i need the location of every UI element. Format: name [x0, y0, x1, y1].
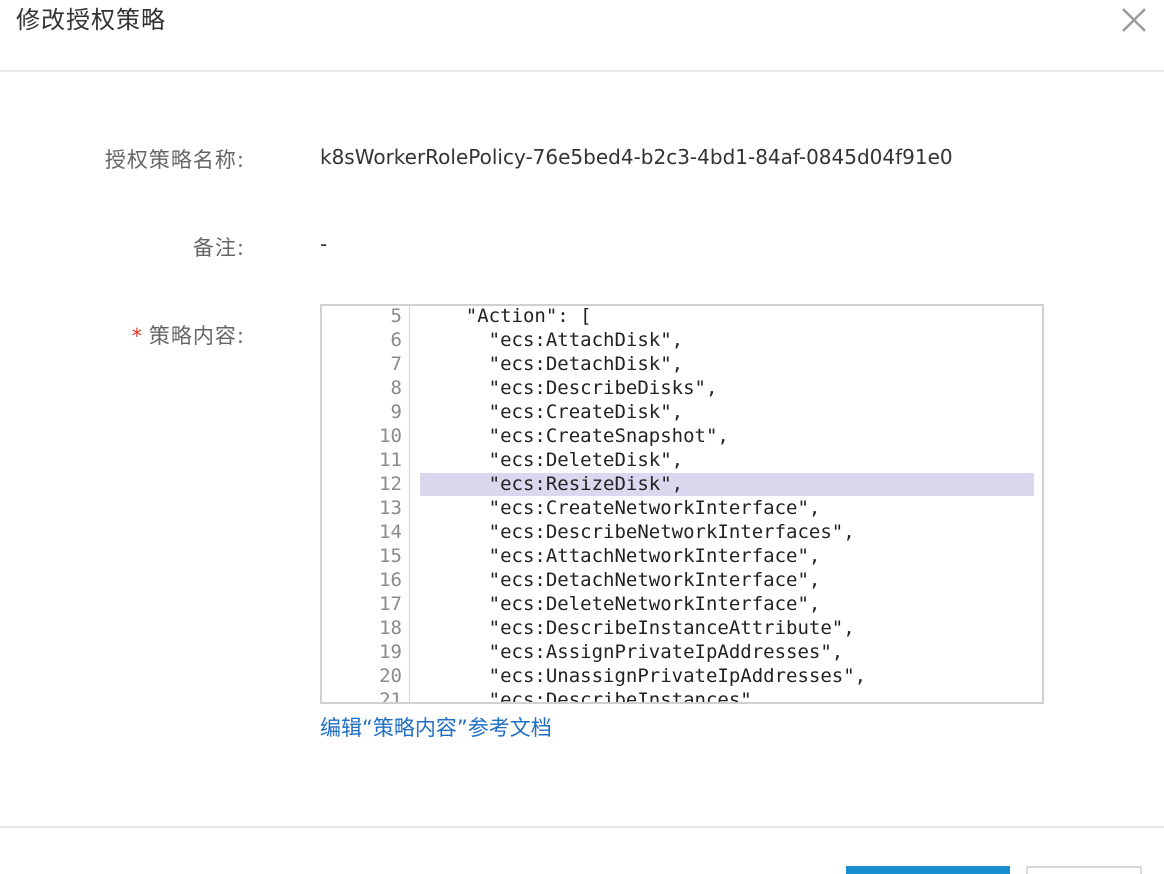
code-line[interactable]: 13 "ecs:CreateNetworkInterface",: [322, 496, 1042, 520]
line-number: 13: [379, 497, 402, 519]
line-text[interactable]: "ecs:DeleteDisk",: [420, 448, 683, 472]
line-number: 9: [390, 401, 402, 423]
policy-content-doc-link[interactable]: 编辑“策略内容”参考文档: [320, 712, 552, 742]
line-number: 11: [379, 449, 402, 471]
cancel-button[interactable]: [1026, 866, 1142, 874]
line-number: 6: [390, 329, 402, 351]
code-line[interactable]: 16 "ecs:DetachNetworkInterface",: [322, 568, 1042, 592]
code-line[interactable]: 6 "ecs:AttachDisk",: [322, 328, 1042, 352]
remark-label: 备注:: [192, 236, 245, 260]
confirm-button[interactable]: [846, 866, 1010, 874]
line-text[interactable]: "ecs:CreateDisk",: [420, 400, 683, 424]
line-number: 10: [379, 425, 402, 447]
code-line[interactable]: 11 "ecs:DeleteDisk",: [322, 448, 1042, 472]
line-text[interactable]: "ecs:ResizeDisk",: [420, 472, 683, 496]
dialog-footer: [0, 826, 1164, 874]
line-number: 8: [390, 377, 402, 399]
line-text[interactable]: "ecs:AssignPrivateIpAddresses",: [420, 640, 844, 664]
line-text[interactable]: "ecs:DetachDisk",: [420, 352, 683, 376]
code-line[interactable]: 12 "ecs:ResizeDisk",: [322, 472, 1042, 496]
line-text[interactable]: "ecs:AttachNetworkInterface",: [420, 544, 821, 568]
line-text[interactable]: "ecs:CreateNetworkInterface",: [420, 496, 821, 520]
code-lines: 5 "Action": [6 "ecs:AttachDisk", 7 "ecs:D…: [322, 305, 1042, 704]
line-text[interactable]: "ecs:UnassignPrivateIpAddresses",: [420, 664, 867, 688]
code-line[interactable]: 20 "ecs:UnassignPrivateIpAddresses",: [322, 664, 1042, 688]
close-button[interactable]: [1118, 4, 1150, 36]
line-text[interactable]: "ecs:CreateSnapshot",: [420, 424, 729, 448]
dialog-title: 修改授权策略: [16, 6, 166, 34]
code-line[interactable]: 15 "ecs:AttachNetworkInterface",: [322, 544, 1042, 568]
line-number: 7: [390, 353, 402, 375]
line-text[interactable]: "ecs:DeleteNetworkInterface",: [420, 592, 821, 616]
line-number: 16: [379, 569, 402, 591]
code-line[interactable]: 21 "ecs:DescribeInstances": [322, 688, 1042, 704]
line-number: 17: [379, 593, 402, 615]
line-text[interactable]: "ecs:AttachDisk",: [420, 328, 683, 352]
remark-value: -: [320, 232, 328, 256]
dialog-header: 修改授权策略: [0, 0, 1164, 72]
policy-content-editor[interactable]: 5 "Action": [6 "ecs:AttachDisk", 7 "ecs:D…: [320, 304, 1044, 704]
line-text[interactable]: "Action": [: [420, 306, 592, 328]
required-mark: *: [131, 324, 143, 348]
policy-name-value: k8sWorkerRolePolicy-76e5bed4-b2c3-4bd1-8…: [320, 145, 953, 169]
code-line[interactable]: 19 "ecs:AssignPrivateIpAddresses",: [322, 640, 1042, 664]
line-number: 21: [379, 689, 402, 704]
edit-policy-dialog: 修改授权策略 授权策略名称: k8sWorkerRolePolicy-76e5b…: [0, 0, 1164, 874]
code-line[interactable]: 9 "ecs:CreateDisk",: [322, 400, 1042, 424]
line-number: 5: [390, 305, 402, 327]
line-number: 12: [379, 473, 402, 495]
code-line[interactable]: 10 "ecs:CreateSnapshot",: [322, 424, 1042, 448]
code-line[interactable]: 7 "ecs:DetachDisk",: [322, 352, 1042, 376]
code-line[interactable]: 17 "ecs:DeleteNetworkInterface",: [322, 592, 1042, 616]
line-text[interactable]: "ecs:DetachNetworkInterface",: [420, 568, 821, 592]
line-number: 18: [379, 617, 402, 639]
line-number: 14: [379, 521, 402, 543]
line-number: 19: [379, 641, 402, 663]
policy-content-label-text: 策略内容:: [148, 324, 245, 348]
line-text[interactable]: "ecs:DescribeDisks",: [420, 376, 718, 400]
code-line[interactable]: 18 "ecs:DescribeInstanceAttribute",: [322, 616, 1042, 640]
line-text[interactable]: "ecs:DescribeNetworkInterfaces",: [420, 520, 855, 544]
line-text[interactable]: "ecs:DescribeInstanceAttribute",: [420, 616, 855, 640]
code-line[interactable]: 5 "Action": [: [322, 305, 1042, 328]
code-line[interactable]: 14 "ecs:DescribeNetworkInterfaces",: [322, 520, 1042, 544]
line-number: 15: [379, 545, 402, 567]
code-line[interactable]: 8 "ecs:DescribeDisks",: [322, 376, 1042, 400]
policy-name-label: 授权策略名称:: [104, 148, 245, 172]
close-icon: [1122, 8, 1146, 32]
line-text[interactable]: "ecs:DescribeInstances": [420, 688, 752, 702]
policy-content-label: * 策略内容:: [0, 320, 245, 350]
line-number: 20: [379, 665, 402, 687]
